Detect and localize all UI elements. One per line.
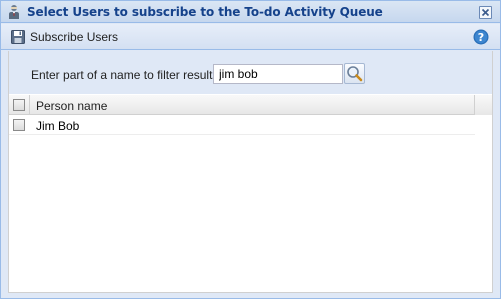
subscribe-users-label: Subscribe Users (30, 30, 119, 44)
filter-label: Enter part of a name to filter results (31, 68, 219, 82)
user-icon (9, 5, 19, 19)
row-checkbox[interactable] (13, 119, 25, 131)
main-panel: Enter part of a name to filter results P… (8, 51, 493, 293)
search-button[interactable] (344, 63, 365, 84)
users-grid: Person name Jim Bob (9, 95, 492, 135)
svg-text:?: ? (478, 31, 484, 44)
close-icon (481, 8, 490, 17)
dialog-toolbar: Subscribe Users ? (1, 24, 500, 50)
header-divider (29, 95, 30, 115)
filter-bar: Enter part of a name to filter results (9, 51, 492, 94)
person-name-cell: Jim Bob (36, 119, 80, 133)
close-button[interactable] (479, 6, 492, 19)
select-all-checkbox[interactable] (13, 99, 25, 111)
subscribe-users-dialog: Select Users to subscribe to the To-do A… (0, 0, 501, 299)
column-header-person-name[interactable]: Person name (36, 99, 107, 113)
header-scroll-spacer (474, 95, 492, 115)
dialog-title: Select Users to subscribe to the To-do A… (27, 5, 383, 19)
subscribe-users-button[interactable]: Subscribe Users (11, 29, 118, 45)
floppy-disk-icon (11, 30, 25, 44)
help-icon[interactable]: ? (473, 29, 489, 45)
dialog-titlebar[interactable]: Select Users to subscribe to the To-do A… (1, 1, 500, 23)
table-row[interactable]: Jim Bob (9, 115, 475, 135)
name-filter-input[interactable] (213, 64, 343, 84)
magnifier-icon (347, 66, 363, 82)
grid-header: Person name (9, 95, 492, 115)
